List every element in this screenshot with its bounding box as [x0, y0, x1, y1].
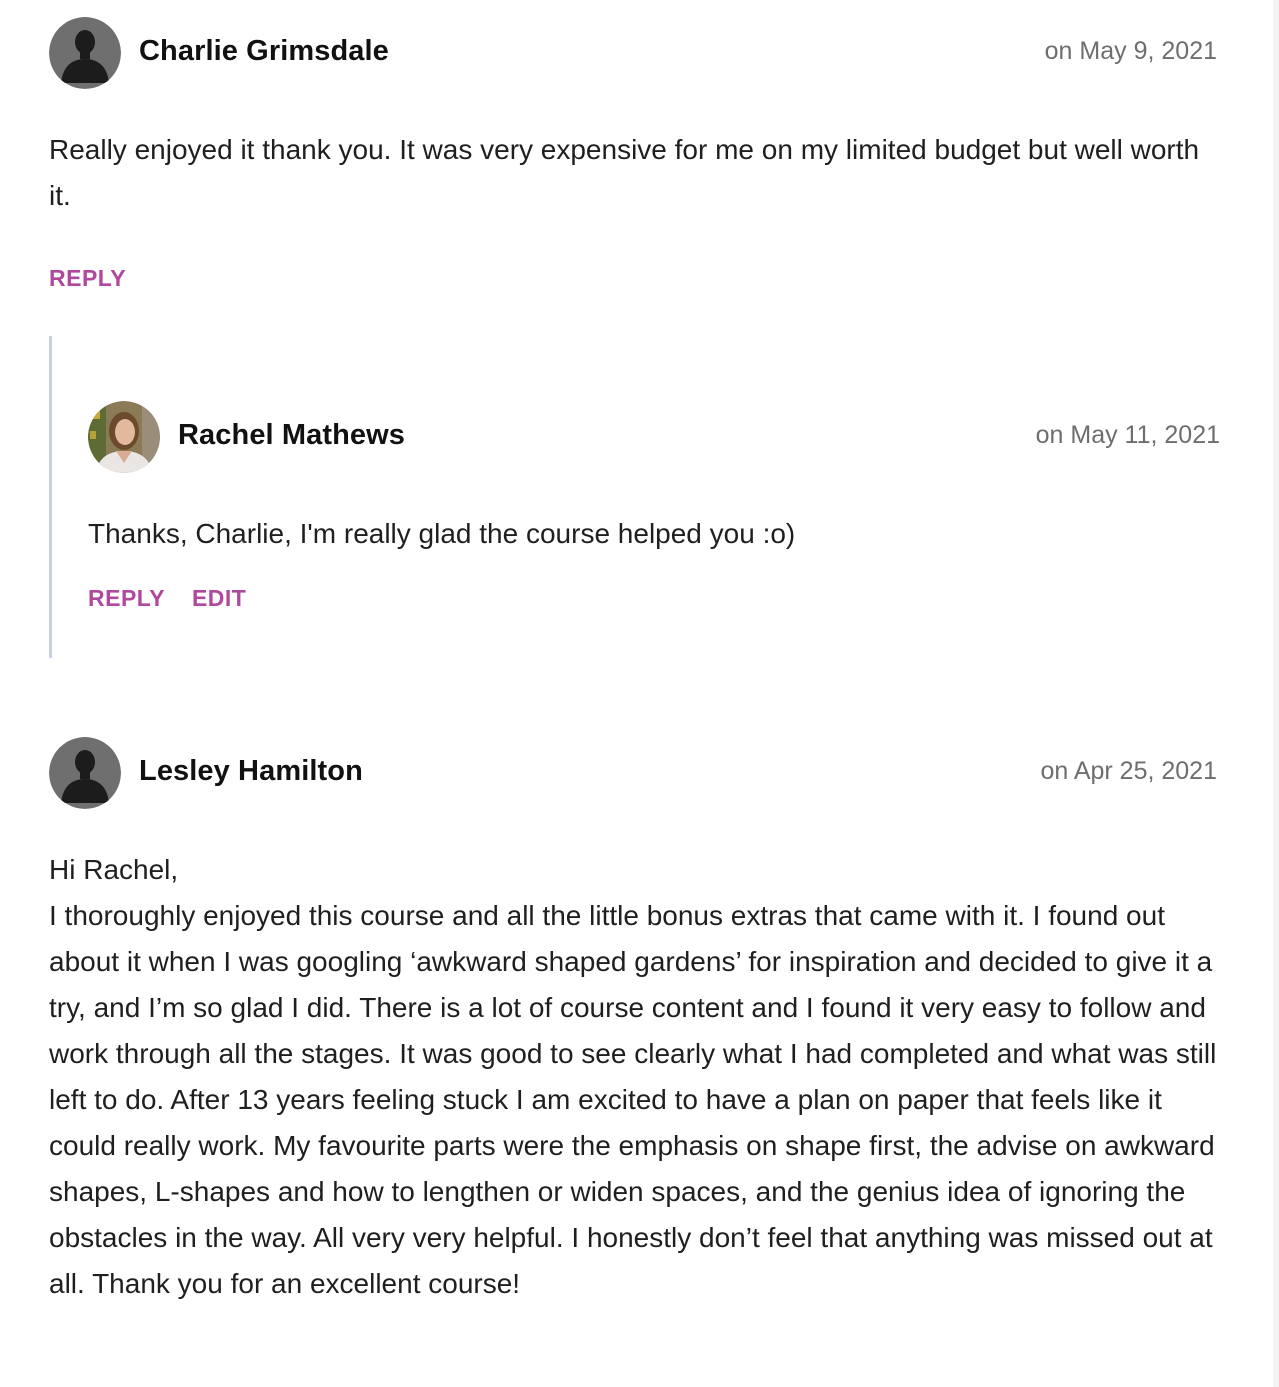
- comment-text: Really enjoyed it thank you. It was very…: [49, 134, 1200, 211]
- comment-author[interactable]: Rachel Mathews: [178, 419, 405, 452]
- comment-header: Charlie Grimsdale on May 9, 2021: [49, 17, 1217, 91]
- reply-thread: Rachel Mathews on May 11, 2021 Thanks, C…: [49, 336, 1220, 658]
- comment-date: on Apr 25, 2021: [1040, 757, 1217, 785]
- comment-greeting: Hi Rachel,: [49, 854, 179, 885]
- comment-body: Hi Rachel, I thoroughly enjoyed this cou…: [49, 847, 1217, 1307]
- user-photo-avatar: [88, 401, 160, 473]
- comment-header: Rachel Mathews on May 11, 2021: [88, 401, 1220, 475]
- comment-date: on May 9, 2021: [1044, 37, 1217, 65]
- reply-link[interactable]: REPLY: [49, 265, 126, 291]
- comment-body: Thanks, Charlie, I'm really glad the cou…: [88, 511, 1220, 557]
- default-avatar-icon: [49, 737, 121, 809]
- comment-actions: REPLY: [49, 265, 1217, 292]
- comment-rachel: Rachel Mathews on May 11, 2021 Thanks, C…: [88, 401, 1220, 612]
- reply-link[interactable]: REPLY: [88, 585, 165, 611]
- edit-link[interactable]: EDIT: [192, 585, 246, 611]
- comment-author[interactable]: Charlie Grimsdale: [139, 35, 389, 68]
- comment-text: Thanks, Charlie, I'm really glad the cou…: [88, 518, 796, 549]
- page-right-edge: [1273, 0, 1279, 1387]
- comment-body: Really enjoyed it thank you. It was very…: [49, 127, 1217, 219]
- default-avatar-icon: [49, 17, 121, 89]
- comment-lesley: Lesley Hamilton on Apr 25, 2021 Hi Rache…: [49, 737, 1217, 1307]
- comment-text: I thoroughly enjoyed this course and all…: [49, 900, 1217, 1299]
- comment-actions: REPLY EDIT: [88, 585, 1220, 612]
- comment-header: Lesley Hamilton on Apr 25, 2021: [49, 737, 1217, 811]
- comment-author[interactable]: Lesley Hamilton: [139, 755, 363, 788]
- comment-charlie: Charlie Grimsdale on May 9, 2021 Really …: [49, 17, 1217, 292]
- comment-date: on May 11, 2021: [1035, 421, 1220, 449]
